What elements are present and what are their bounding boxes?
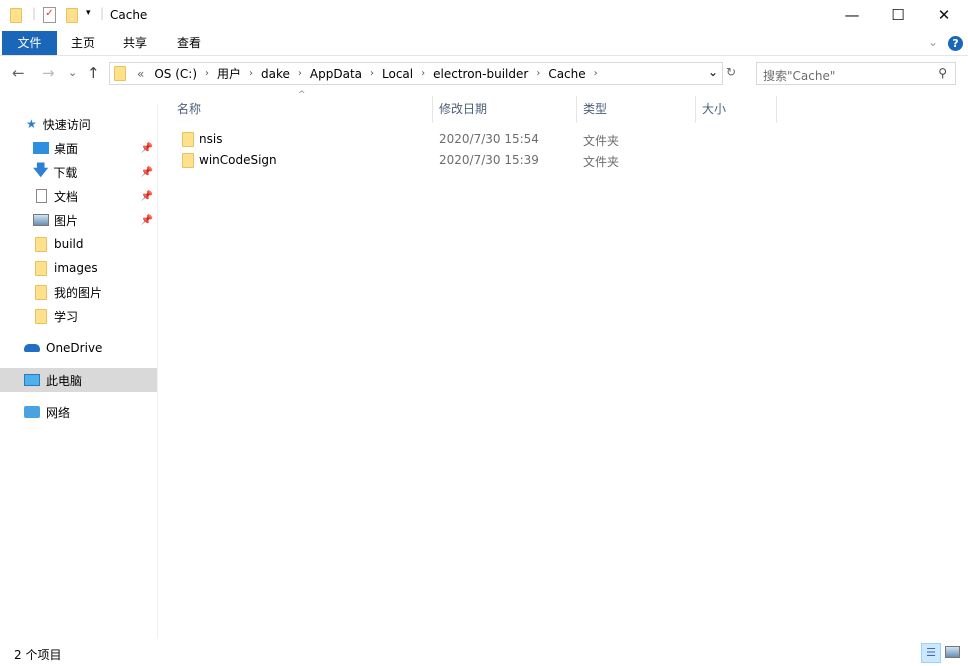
sidebar-item-label: 图片	[54, 213, 79, 228]
title-bar: | ✓ ▾ | Cache — ☐ ✕	[0, 0, 968, 31]
refresh-button[interactable]: ↻	[726, 65, 736, 79]
status-item-count: 2 个项目	[14, 648, 62, 662]
column-header-date[interactable]: 修改日期	[433, 96, 577, 123]
pin-icon[interactable]: 📌	[141, 167, 153, 178]
sidebar-item-label: 此电脑	[46, 373, 83, 388]
crumb[interactable]: dake	[256, 67, 295, 81]
desktop-icon	[33, 142, 49, 154]
crumb[interactable]: 用户	[212, 65, 246, 82]
file-name: nsis	[199, 132, 223, 146]
folder-icon	[10, 8, 22, 23]
file-type: 文件夹	[583, 134, 620, 148]
network-icon	[24, 406, 40, 418]
crumb[interactable]: Local	[377, 67, 418, 81]
pin-icon[interactable]: 📌	[141, 143, 153, 154]
close-button[interactable]: ✕	[921, 0, 967, 31]
search-placeholder: 搜索"Cache"	[763, 69, 836, 83]
download-icon: 🡇	[33, 160, 49, 179]
document-icon	[36, 189, 47, 203]
expand-ribbon-icon[interactable]: ⌄	[928, 35, 938, 49]
tab-view[interactable]: 查看	[163, 31, 215, 55]
sidebar-item-documents[interactable]: 文档 📌	[0, 184, 157, 208]
folder-icon	[114, 66, 126, 81]
crumb[interactable]: OS (C:)	[149, 67, 202, 81]
large-icons-view-button[interactable]	[945, 646, 960, 658]
search-input[interactable]: 搜索"Cache" ⚲	[756, 62, 956, 85]
pin-icon[interactable]: 📌	[141, 215, 153, 226]
sidebar-item-label: 桌面	[54, 141, 79, 156]
tab-home[interactable]: 主页	[57, 31, 109, 55]
pictures-icon	[33, 214, 49, 226]
sidebar-item-label: 网络	[46, 405, 71, 420]
navigation-pane: ★ 快速访问 桌面 📌 🡇 下载 📌 文档 📌 图片 📌 build images 我的图片…	[0, 104, 158, 638]
window-title: Cache	[110, 8, 148, 22]
crumb[interactable]: AppData	[305, 67, 367, 81]
file-name: winCodeSign	[199, 153, 277, 167]
crumb[interactable]: Cache	[543, 67, 590, 81]
ribbon: 文件 主页 共享 查看 ⌄ ?	[0, 31, 968, 56]
minimize-button[interactable]: —	[829, 0, 875, 31]
details-view-button[interactable]: ☰	[921, 643, 941, 663]
file-date: 2020/7/30 15:54	[439, 132, 539, 146]
file-row[interactable]: nsis 2020/7/30 15:54 文件夹	[176, 129, 776, 150]
sidebar-item-onedrive[interactable]: OneDrive	[0, 336, 157, 360]
sidebar-item-label: images	[54, 261, 98, 275]
sidebar-item-my-pictures[interactable]: 我的图片	[0, 280, 157, 304]
sidebar-item-label: build	[54, 237, 84, 251]
pin-icon[interactable]: 📌	[141, 191, 153, 202]
sidebar-item-pictures[interactable]: 图片 📌	[0, 208, 157, 232]
up-button[interactable]: ↑	[87, 64, 100, 82]
search-icon[interactable]: ⚲	[938, 66, 947, 80]
tab-share[interactable]: 共享	[109, 31, 161, 55]
file-date: 2020/7/30 15:39	[439, 153, 539, 167]
sidebar-item-build[interactable]: build	[0, 232, 157, 256]
star-icon: ★	[26, 117, 37, 131]
help-icon[interactable]: ?	[948, 36, 963, 51]
address-bar[interactable]: « OS (C:) › 用户 › dake › AppData › Local › ele…	[109, 62, 723, 85]
sidebar-item-label: 我的图片	[54, 285, 103, 300]
sidebar-item-downloads[interactable]: 🡇 下载 📌	[0, 160, 157, 184]
sidebar-item-quick-access[interactable]: ★ 快速访问	[0, 112, 157, 136]
folder-icon	[35, 308, 47, 324]
column-header-name[interactable]: 名称	[171, 96, 433, 123]
sidebar-item-label: 学习	[54, 309, 79, 324]
new-folder-icon[interactable]	[66, 8, 78, 23]
sidebar-item-this-pc[interactable]: 此电脑	[0, 368, 157, 392]
sidebar-item-study[interactable]: 学习	[0, 304, 157, 328]
file-row[interactable]: winCodeSign 2020/7/30 15:39 文件夹	[176, 150, 776, 171]
forward-button[interactable]: →	[42, 64, 55, 82]
folder-icon	[182, 153, 194, 168]
sidebar-item-desktop[interactable]: 桌面 📌	[0, 136, 157, 160]
sidebar-item-label: OneDrive	[46, 341, 103, 355]
folder-icon	[35, 260, 47, 276]
column-header-size[interactable]: 大小	[696, 96, 777, 123]
sidebar-item-images[interactable]: images	[0, 256, 157, 280]
computer-icon	[24, 374, 40, 386]
folder-icon	[35, 284, 47, 300]
properties-icon[interactable]: ✓	[43, 7, 56, 23]
file-type: 文件夹	[583, 155, 620, 169]
sidebar-item-network[interactable]: 网络	[0, 400, 157, 424]
folder-icon	[182, 132, 194, 147]
sidebar-item-label: 下载	[53, 165, 78, 180]
back-button[interactable]: ←	[12, 64, 25, 82]
folder-icon	[35, 236, 47, 252]
maximize-button[interactable]: ☐	[875, 0, 921, 31]
divider: |	[32, 6, 37, 20]
tab-file[interactable]: 文件	[2, 31, 57, 55]
sidebar-item-label: 文档	[54, 189, 79, 204]
recent-locations-button[interactable]: ⌄	[68, 66, 77, 79]
divider: |	[100, 6, 105, 20]
column-header-type[interactable]: 类型	[577, 96, 696, 123]
address-dropdown-icon[interactable]: ⌄	[708, 65, 718, 79]
customize-toolbar-icon[interactable]: ▾	[86, 8, 91, 18]
sidebar-item-label: 快速访问	[42, 117, 91, 132]
overflow-crumb[interactable]: «	[132, 67, 149, 81]
cloud-icon	[24, 344, 40, 352]
crumb[interactable]: electron-builder	[428, 67, 533, 81]
